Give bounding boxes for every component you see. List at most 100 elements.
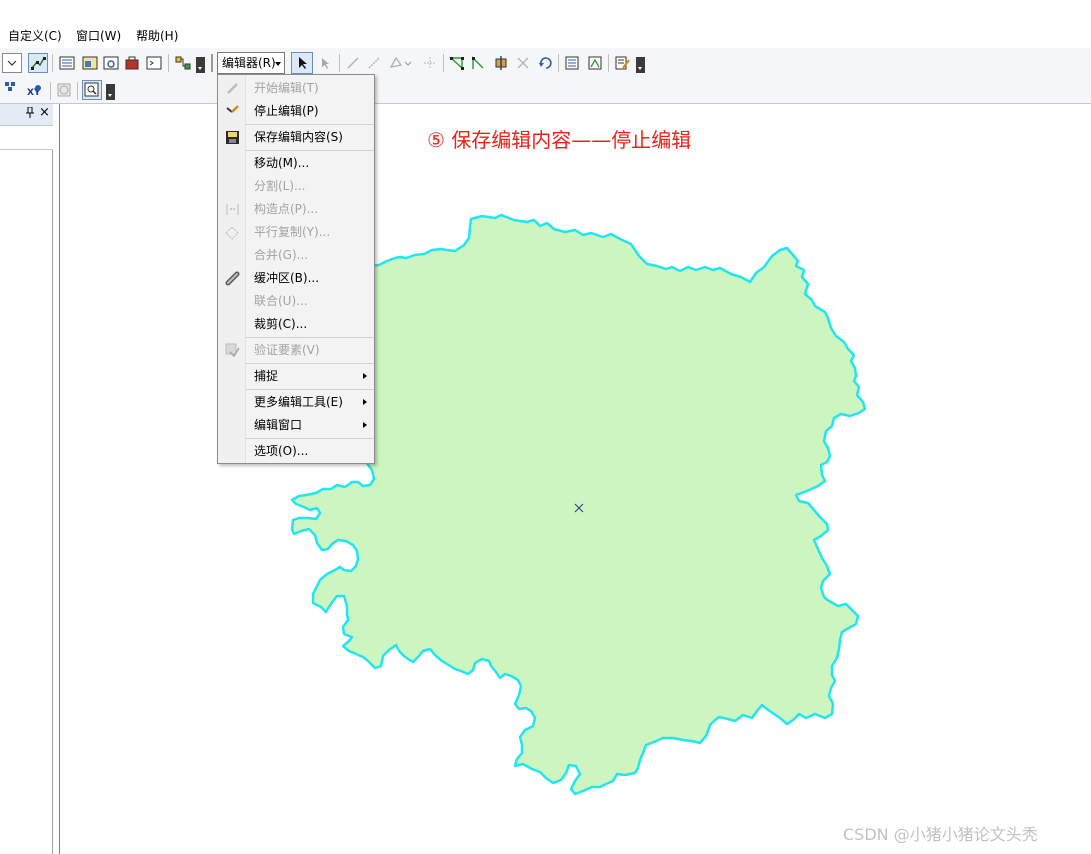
create-features-button[interactable] <box>612 53 632 73</box>
menu-help[interactable]: 帮助(H) <box>136 29 178 43</box>
add-xy-button[interactable] <box>3 80 23 100</box>
midpoint-button[interactable] <box>420 53 440 73</box>
construct-points-icon <box>224 201 241 218</box>
python-console-icon <box>146 56 162 70</box>
menu-item-split[interactable]: 分割(L)... <box>218 175 374 198</box>
submenu-arrow-icon <box>363 422 367 428</box>
editor-menu-dropdown[interactable]: 编辑器(R) <box>217 52 285 74</box>
arctoolbox-button[interactable] <box>122 53 142 73</box>
menu-bar: 自定义(C) 窗口(W) 帮助(H) <box>0 24 1091 48</box>
trace-button[interactable] <box>364 53 384 73</box>
menu-customize[interactable]: 自定义(C) <box>8 29 62 43</box>
search-window-button[interactable] <box>101 53 121 73</box>
save-edits-icon <box>224 129 241 146</box>
trace-icon <box>368 57 380 69</box>
toolbar-grip <box>211 54 213 72</box>
menu-item-construct-points[interactable]: 构造点(P)... <box>218 198 374 221</box>
toolbar-options-toggle[interactable] <box>196 57 205 73</box>
stop-edit-icon <box>224 103 241 120</box>
menu-item-move[interactable]: 移动(M)... <box>218 152 374 175</box>
menu-item-buffer[interactable]: 缓冲区(B)... <box>218 267 374 290</box>
menu-item-save-edits[interactable]: 保存编辑内容(S) <box>218 126 374 149</box>
buffer-icon <box>224 270 241 287</box>
title-bar <box>0 0 1091 24</box>
panel-header: × <box>0 104 53 126</box>
time-slider-icon <box>57 83 71 97</box>
menu-item-stop-editing[interactable]: 停止编辑(P) <box>218 100 374 123</box>
time-slider-button[interactable] <box>54 80 74 100</box>
close-icon[interactable]: × <box>39 106 50 120</box>
edit-vertices-icon <box>31 57 46 70</box>
xy-coordinates-icon <box>5 82 15 91</box>
toolbox-icon <box>125 56 139 70</box>
edit-vertices-button[interactable] <box>447 53 467 73</box>
toolbar-options-toggle[interactable] <box>106 84 115 100</box>
pin-icon-glyph <box>26 106 34 118</box>
menu-item-more-editing-tools[interactable]: 更多编辑工具(E) <box>218 391 374 414</box>
menu-item-clip[interactable]: 裁剪(C)... <box>218 313 374 336</box>
go-to-xy-button[interactable] <box>28 78 48 98</box>
rotate-tool-button[interactable] <box>535 53 555 73</box>
menu-item-snapping[interactable]: 捕捉 <box>218 365 374 388</box>
reshape-feature-button[interactable] <box>469 53 489 73</box>
catalog-icon <box>82 56 98 70</box>
edit-annotation-tool-button[interactable] <box>316 53 336 73</box>
watermark-text: CSDN @小猪小猪论文头秃 <box>843 825 1038 844</box>
pencil-icon <box>224 80 241 97</box>
editor-dropdown-menu: 开始编辑(T) 停止编辑(P) 保存编辑内容(S) 移动(M)... 分割(L)… <box>217 74 375 464</box>
edit-arrow-icon <box>299 57 307 69</box>
step-annotation: ⑤ 保存编辑内容——停止编辑 <box>427 128 692 152</box>
map-canvas <box>290 213 867 796</box>
attributes-icon <box>565 56 579 70</box>
menu-separator <box>246 124 374 125</box>
menu-item-union[interactable]: 联合(U)... <box>218 290 374 313</box>
magnifier-button[interactable] <box>82 80 102 100</box>
province-polygon[interactable] <box>290 213 867 796</box>
reshape-icon <box>472 56 484 69</box>
menu-window[interactable]: 窗口(W) <box>76 29 121 43</box>
menu-separator <box>246 150 374 151</box>
toolbar-separator <box>339 54 340 72</box>
secondary-toolbar: XY <box>0 78 1091 104</box>
map-view[interactable] <box>59 104 1091 854</box>
model-builder-icon <box>175 56 191 70</box>
menu-separator <box>246 438 374 439</box>
attributes-button[interactable] <box>562 53 582 73</box>
cut-polygons-icon <box>495 56 507 70</box>
catalog-button[interactable] <box>80 53 100 73</box>
table-of-contents-button[interactable] <box>57 53 77 73</box>
table-of-contents-icon <box>59 56 75 70</box>
point-tools-icon <box>389 56 412 68</box>
straight-segment-button[interactable] <box>343 53 363 73</box>
straight-segment-icon <box>347 57 359 69</box>
point-tools-button[interactable] <box>386 53 414 73</box>
split-tool-button[interactable] <box>513 53 533 73</box>
chevron-down-icon <box>275 62 281 66</box>
toolbar-options-toggle[interactable] <box>636 57 645 73</box>
cut-polygons-button[interactable] <box>491 53 511 73</box>
marker-icon <box>35 85 41 91</box>
python-window-button[interactable] <box>144 53 164 73</box>
menu-item-merge[interactable]: 合并(G)... <box>218 244 374 267</box>
scale-dropdown-button[interactable] <box>2 53 22 73</box>
menu-separator <box>246 363 374 364</box>
pin-icon[interactable] <box>25 106 35 122</box>
menu-item-copy-parallel[interactable]: 平行复制(Y)... <box>218 221 374 244</box>
menu-item-start-editing[interactable]: 开始编辑(T) <box>218 77 374 100</box>
editor-toolbar-toggle-button[interactable] <box>28 53 48 73</box>
edit-tool-button[interactable] <box>291 52 313 74</box>
menu-item-editing-windows[interactable]: 编辑窗口 <box>218 414 374 437</box>
model-builder-button[interactable] <box>173 53 193 73</box>
toolbar-separator <box>558 54 559 72</box>
menu-item-options[interactable]: 选项(O)... <box>218 440 374 463</box>
toolbar-separator <box>608 54 609 72</box>
submenu-arrow-icon <box>363 399 367 405</box>
midpoint-icon <box>424 57 436 69</box>
chevron-down-icon <box>7 60 17 66</box>
edit-annotation-icon <box>322 58 329 69</box>
sketch-properties-button[interactable] <box>585 53 605 73</box>
table-of-contents-panel: × <box>0 104 53 854</box>
menu-item-validate-features[interactable]: 验证要素(V) <box>218 339 374 362</box>
search-window-icon <box>103 56 119 70</box>
copy-parallel-icon <box>224 224 241 241</box>
